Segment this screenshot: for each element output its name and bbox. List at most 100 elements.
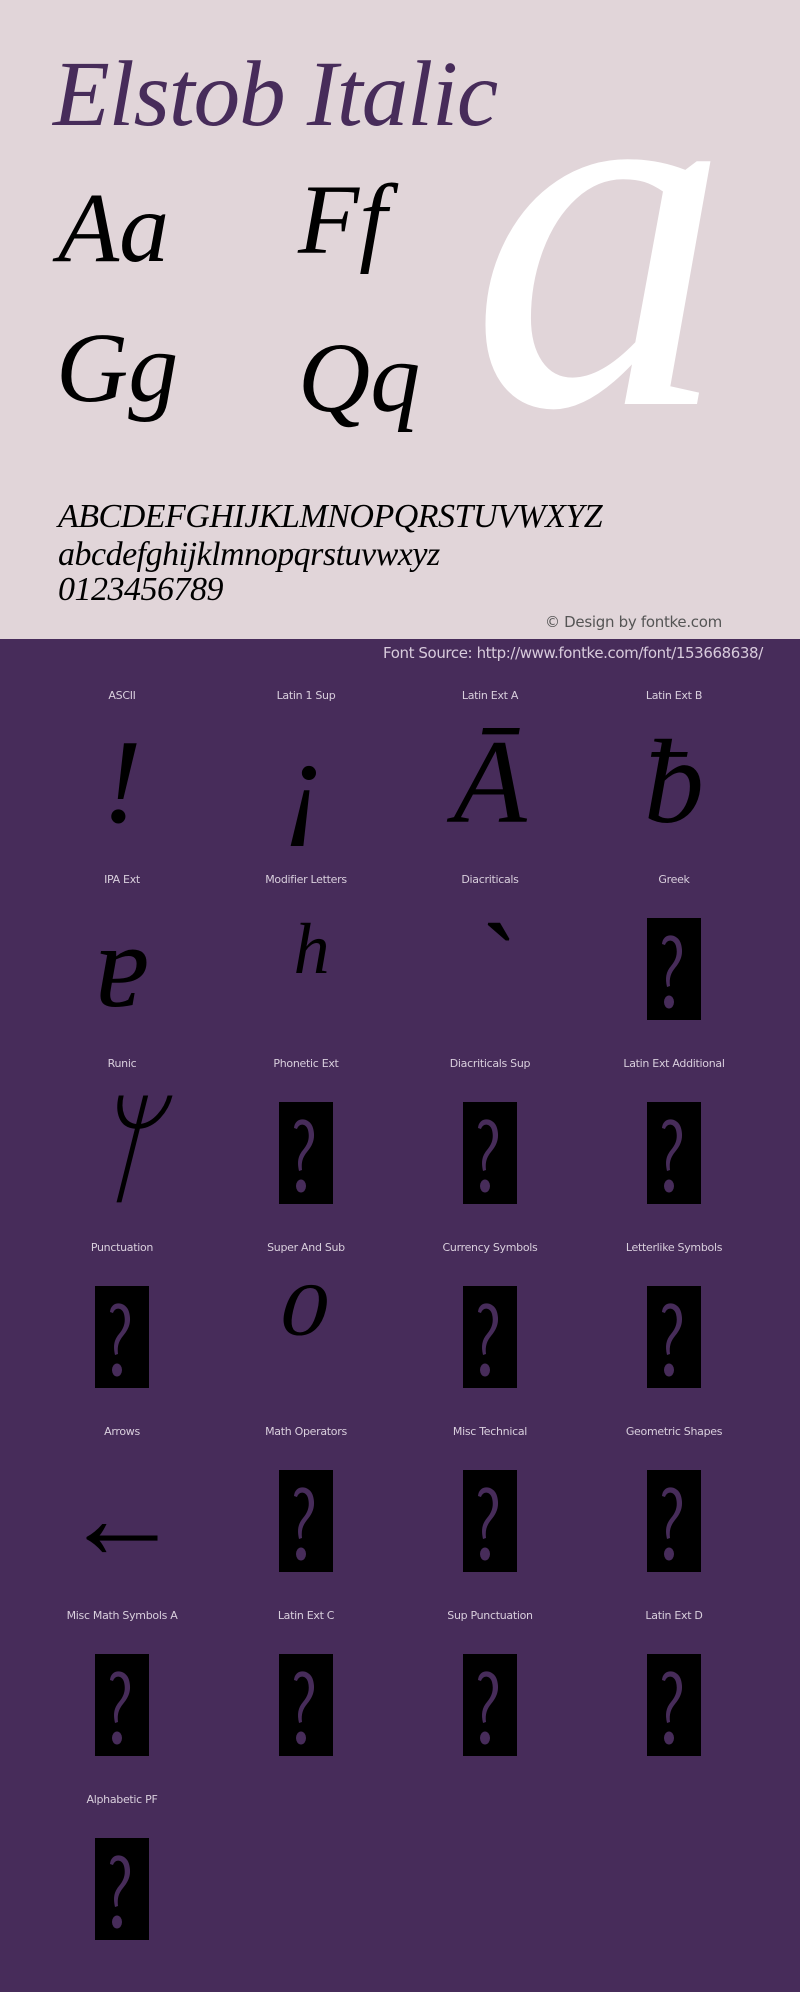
unicode-block-cell: Latin Ext B ƀ (582, 688, 766, 872)
block-sample-glyph: ɐ (95, 899, 149, 1032)
missing-glyph-icon (662, 1119, 683, 1193)
unicode-block-cell: Latin Ext C (214, 1608, 398, 1792)
unicode-block-cell: Latin Ext A Ā (398, 688, 582, 872)
block-label: Greek (658, 873, 690, 886)
block-sample-glyph: ƀ (644, 715, 704, 848)
block-label: Modifier Letters (265, 873, 347, 886)
missing-glyph-icon (294, 1487, 315, 1561)
missing-glyph-box (647, 1286, 701, 1388)
block-label: Latin Ext B (645, 689, 703, 702)
unicode-block-cell: Phonetic Ext (214, 1056, 398, 1240)
missing-glyph-box (279, 1102, 333, 1204)
unicode-block-cell: Punctuation (30, 1240, 214, 1424)
block-label: Currency Symbols (442, 1241, 538, 1254)
missing-glyph-box (463, 1470, 517, 1572)
font-source-link[interactable]: Font Source: http://www.fontke.com/font/… (383, 646, 763, 661)
block-sample-glyph: ʰ (288, 899, 324, 1032)
missing-glyph-icon (110, 1855, 131, 1929)
missing-glyph-icon (294, 1671, 315, 1745)
unicode-block-cell: Misc Math Symbols A (30, 1608, 214, 1792)
sample-pair-gg: Gg (56, 312, 179, 423)
block-label: Super And Sub (267, 1241, 345, 1254)
unicode-block-cell: Latin Ext Additional (582, 1056, 766, 1240)
block-sample-glyph: ⁰ (281, 1267, 331, 1400)
block-label: Runic (107, 1057, 137, 1070)
font-title: Elstob Italic (53, 43, 498, 146)
sample-pair-aa: Aa (58, 172, 170, 283)
lowercase-alphabet: abcdefghijklmnopqrstuvwxyz (58, 536, 440, 573)
block-sample-glyph: ` (470, 899, 510, 1032)
unicode-block-cell: Latin Ext D (582, 1608, 766, 1792)
unicode-block-cell: IPA Ext ɐ (30, 872, 214, 1056)
unicode-block-cell: Alphabetic PF (30, 1792, 214, 1976)
missing-glyph-box (463, 1654, 517, 1756)
block-label: Misc Technical (452, 1425, 528, 1438)
unicode-block-cell: Latin 1 Sup ¡ (214, 688, 398, 872)
block-label: Arrows (104, 1425, 140, 1438)
unicode-block-cell: Math Operators (214, 1424, 398, 1608)
unicode-block-cell: Greek (582, 872, 766, 1056)
digits: 0123456789 (58, 571, 224, 608)
unicode-block-cell: Diacriticals Sup (398, 1056, 582, 1240)
missing-glyph-icon (110, 1303, 131, 1377)
block-sample-glyph: ← (62, 1451, 182, 1584)
missing-glyph-box (279, 1470, 333, 1572)
block-label: Diacriticals Sup (449, 1057, 531, 1070)
block-label: Math Operators (265, 1425, 347, 1438)
unicode-block-cell: Modifier Letters ʰ (214, 872, 398, 1056)
block-label: Punctuation (90, 1241, 154, 1254)
missing-glyph-icon (662, 1303, 683, 1377)
block-label: Letterlike Symbols (625, 1241, 723, 1254)
missing-glyph-box (95, 1286, 149, 1388)
block-label: Diacriticals (461, 873, 519, 886)
block-label: Latin Ext A (461, 689, 519, 702)
block-label: Phonetic Ext (273, 1057, 339, 1070)
missing-glyph-box (95, 1654, 149, 1756)
missing-glyph-icon (478, 1119, 499, 1193)
missing-glyph-icon (662, 935, 683, 1009)
unicode-block-cell: Geometric Shapes (582, 1424, 766, 1608)
missing-glyph-box (463, 1286, 517, 1388)
missing-glyph-icon (294, 1119, 315, 1193)
missing-glyph-box (463, 1102, 517, 1204)
missing-glyph-icon (662, 1671, 683, 1745)
missing-glyph-box (279, 1654, 333, 1756)
block-label: ASCII (108, 689, 136, 702)
sample-pair-qq: Qq (298, 322, 421, 433)
block-sample-glyph: ᛘ (86, 1083, 158, 1216)
block-label: Latin Ext C (277, 1609, 335, 1622)
unicode-block-cell: Misc Technical (398, 1424, 582, 1608)
sample-pair-ff: Ff (298, 164, 387, 275)
unicode-block-cell: Runic ᛘ (30, 1056, 214, 1240)
block-sample-glyph: ¡ (282, 715, 330, 848)
block-sample-glyph: ! (102, 715, 142, 848)
missing-glyph-icon (478, 1671, 499, 1745)
block-label: Latin 1 Sup (276, 689, 336, 702)
missing-glyph-icon (110, 1671, 131, 1745)
missing-glyph-icon (662, 1487, 683, 1561)
missing-glyph-box (95, 1838, 149, 1940)
missing-glyph-icon (478, 1487, 499, 1561)
unicode-block-cell: ASCII! (30, 688, 214, 872)
block-label: Misc Math Symbols A (66, 1609, 178, 1622)
block-label: IPA Ext (104, 873, 140, 886)
missing-glyph-box (647, 1102, 701, 1204)
copyright-notice: © Design by fontke.com (545, 613, 722, 631)
missing-glyph-icon (478, 1303, 499, 1377)
block-label: Latin Ext D (645, 1609, 703, 1622)
unicode-block-cell: Sup Punctuation (398, 1608, 582, 1792)
block-label: Geometric Shapes (625, 1425, 723, 1438)
missing-glyph-box (647, 918, 701, 1020)
unicode-block-cell: Letterlike Symbols (582, 1240, 766, 1424)
block-label: Latin Ext Additional (623, 1057, 725, 1070)
missing-glyph-box (647, 1654, 701, 1756)
block-label: Sup Punctuation (447, 1609, 533, 1622)
unicode-block-cell: Arrows ← (30, 1424, 214, 1608)
unicode-block-cell: Super And Sub ⁰ (214, 1240, 398, 1424)
missing-glyph-box (647, 1470, 701, 1572)
block-sample-glyph: Ā (453, 715, 527, 848)
unicode-block-cell: Diacriticals ` (398, 872, 582, 1056)
big-sample-glyph: a (470, 0, 730, 517)
block-label: Alphabetic PF (86, 1793, 158, 1806)
uppercase-alphabet: ABCDEFGHIJKLMNOPQRSTUVWXYZ (58, 498, 603, 535)
